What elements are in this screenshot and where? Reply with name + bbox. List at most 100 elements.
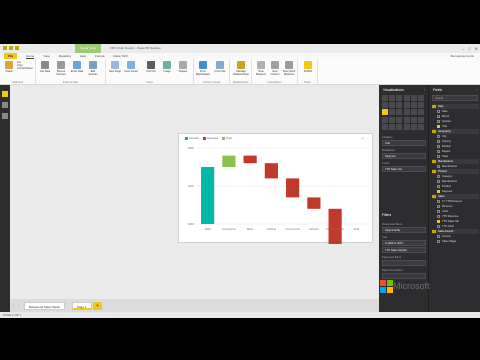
redo-icon[interactable] (15, 46, 19, 50)
multi-row-card-visual-icon[interactable] (403, 116, 410, 123)
field-checkbox[interactable] (437, 180, 440, 183)
field-checkbox[interactable] (437, 150, 440, 153)
minimize-button[interactable]: – (462, 45, 464, 52)
new-page-button[interactable]: New Page (108, 61, 122, 79)
report-page[interactable]: Increase Decrease Total ◰ ··· $2M $1M $0M 2… (10, 85, 379, 299)
card-visual-icon[interactable] (410, 116, 417, 123)
field-checkbox[interactable] (437, 220, 440, 223)
data-view-icon[interactable] (2, 102, 8, 108)
next-page-icon[interactable]: › (18, 303, 19, 307)
filled-map-visual-icon[interactable] (382, 116, 388, 123)
collapse-fields-icon[interactable]: › (476, 88, 477, 92)
treemap-visual-icon[interactable] (410, 109, 417, 116)
pie-visual-icon[interactable] (396, 109, 403, 116)
stacked-area-visual-icon[interactable] (396, 102, 403, 109)
100-column-visual-icon[interactable] (417, 95, 424, 101)
field-checkbox[interactable] (437, 190, 440, 193)
field-item[interactable]: Sales Stage (432, 239, 479, 244)
waterfall-visual-icon[interactable] (382, 109, 388, 116)
line-column-visual-icon[interactable] (403, 102, 410, 109)
new-column-button[interactable]: New Column (268, 61, 282, 79)
image-button[interactable]: Image (160, 61, 174, 79)
manage-relationships-button[interactable]: Manage Relationships (233, 61, 249, 79)
field-checkbox[interactable] (437, 185, 440, 188)
waterfall-bar[interactable] (201, 167, 215, 224)
stacked-column-visual-icon[interactable] (389, 95, 396, 101)
slicer-visual-icon[interactable] (382, 123, 388, 130)
line-visual-icon[interactable] (382, 102, 388, 109)
waterfall-bar[interactable] (264, 163, 278, 179)
100-bar-visual-icon[interactable] (410, 95, 417, 101)
scatter-visual-icon[interactable] (389, 109, 396, 116)
publish-button[interactable]: Publish (301, 61, 315, 79)
field-checkbox[interactable] (437, 135, 440, 138)
fields-search-input[interactable]: Search (432, 95, 478, 101)
waterfall-bar[interactable] (222, 155, 236, 167)
relationships-view-icon[interactable] (2, 113, 8, 119)
field-checkbox[interactable] (437, 165, 440, 168)
field-checkbox[interactable] (437, 140, 440, 143)
field-checkbox[interactable] (437, 120, 440, 123)
well-category[interactable]: Year (382, 140, 426, 146)
area-visual-icon[interactable] (389, 102, 396, 109)
field-checkbox[interactable] (437, 175, 440, 178)
save-icon[interactable] (3, 46, 7, 50)
filter-year[interactable]: is 2009 or 2010 (382, 240, 426, 246)
field-checkbox[interactable] (437, 145, 440, 148)
page-tab-page-1[interactable]: Page 1 (72, 302, 92, 310)
waterfall-bar[interactable] (243, 155, 257, 164)
new-measure-button[interactable]: New Measure (254, 61, 268, 79)
field-checkbox[interactable] (437, 115, 440, 118)
text-box-button[interactable]: Text box (144, 61, 158, 79)
waterfall-visual[interactable]: Increase Decrease Total ◰ ··· $2M $1M $0M 2… (178, 133, 373, 244)
map-visual-icon[interactable] (417, 109, 424, 116)
add-page-button[interactable]: + (93, 302, 102, 310)
edit-queries-button[interactable]: Edit Queries (86, 61, 100, 79)
waterfall-bar[interactable] (328, 208, 342, 244)
paste-button[interactable]: Paste (2, 61, 16, 79)
matrix-visual-icon[interactable] (396, 123, 403, 130)
page-tab-behavioral[interactable]: Behavioral Sales Week (24, 302, 65, 310)
field-checkbox[interactable] (437, 125, 440, 128)
from-marketplace-button[interactable]: From Marketplace (196, 61, 210, 79)
maximize-button[interactable]: □ (468, 45, 470, 52)
gauge-visual-icon[interactable] (396, 116, 403, 123)
kpi-visual-icon[interactable] (417, 116, 424, 123)
field-checkbox[interactable] (437, 205, 440, 208)
field-checkbox[interactable] (437, 215, 440, 218)
well-y-axis[interactable]: YTD Sales Var (382, 166, 426, 172)
filter-segment[interactable]: Segment(All) (382, 227, 426, 233)
field-checkbox[interactable] (437, 210, 440, 213)
more-visual-icon[interactable] (417, 123, 424, 130)
shapes-button[interactable]: Shapes (176, 61, 190, 79)
field-checkbox[interactable] (437, 240, 440, 243)
waterfall-bar[interactable] (307, 197, 321, 209)
clustered-column-visual-icon[interactable] (403, 95, 410, 101)
filter-ytd-sales-var[interactable]: YTD Sales Var(All) (382, 247, 426, 253)
from-file-button[interactable]: From File (213, 61, 227, 79)
new-quick-measure-button[interactable]: New Quick Measure (282, 61, 296, 79)
undo-icon[interactable] (9, 46, 13, 50)
field-checkbox[interactable] (437, 155, 440, 158)
enter-data-button[interactable]: Enter Data (70, 61, 84, 79)
new-visual-button[interactable]: New Visual (124, 61, 138, 79)
field-checkbox[interactable] (437, 200, 440, 203)
page-level-filter-drop[interactable] (382, 260, 426, 266)
r-script-visual-icon[interactable] (403, 123, 410, 130)
line-clustered-visual-icon[interactable] (410, 102, 417, 109)
globe-visual-icon[interactable] (410, 123, 417, 130)
funnel-visual-icon[interactable] (389, 116, 396, 123)
waterfall-bar[interactable] (286, 178, 300, 198)
format-painter-button[interactable]: Format Painter (17, 67, 35, 70)
field-checkbox[interactable] (437, 225, 440, 228)
report-view-icon[interactable] (2, 91, 8, 97)
table-visual-icon[interactable] (389, 123, 396, 130)
clustered-bar-visual-icon[interactable] (396, 95, 403, 101)
recent-sources-button[interactable]: Recent Sources (54, 61, 68, 79)
donut-visual-icon[interactable] (403, 109, 410, 116)
well-breakdown[interactable]: Segment (382, 153, 426, 159)
stacked-bar-visual-icon[interactable] (382, 95, 388, 101)
field-checkbox[interactable] (437, 235, 440, 238)
collapse-visualizations-icon[interactable]: › (424, 88, 425, 92)
get-data-button[interactable]: Get Data (38, 61, 52, 79)
